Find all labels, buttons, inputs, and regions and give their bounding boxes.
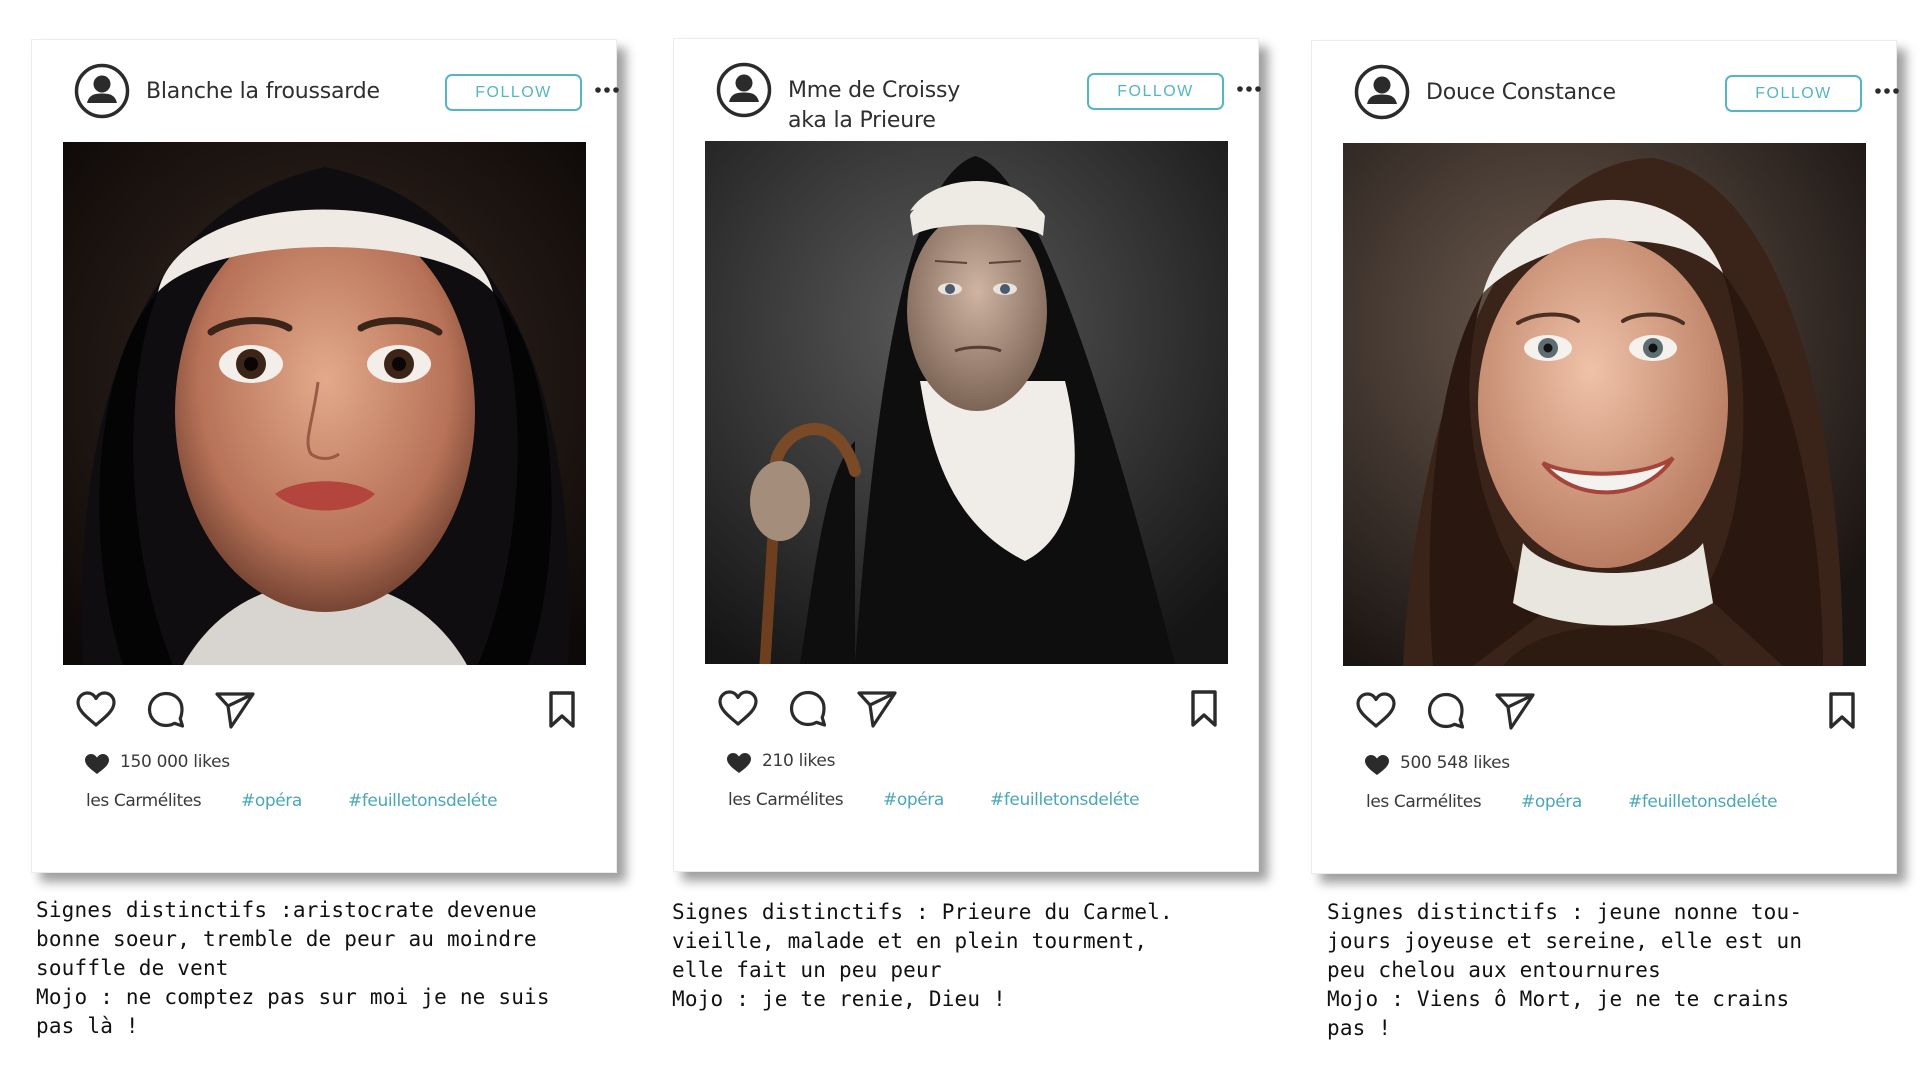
heart-outline-icon[interactable]	[716, 687, 760, 731]
caption-croissy: Signes distinctifs : Prieure du Carmel. …	[672, 900, 1173, 1011]
action-bar	[1354, 689, 1864, 733]
likes-count[interactable]: 500 548 likes	[1400, 753, 1510, 773]
hashtag-opera[interactable]: #opéra	[1521, 792, 1582, 812]
follow-button[interactable]: FOLLOW	[1087, 73, 1224, 110]
post-card-constance: Douce Constance FOLLOW 500 548 likes les…	[1311, 40, 1897, 874]
post-photo[interactable]	[1343, 143, 1866, 666]
follow-button[interactable]: FOLLOW	[1725, 75, 1862, 112]
comment-bubble-icon[interactable]	[1424, 689, 1468, 733]
bookmark-icon[interactable]	[1182, 687, 1226, 731]
caption-blanche: Signes distinctifs :aristocrate devenue …	[36, 898, 550, 1038]
paper-plane-icon[interactable]	[855, 687, 899, 731]
hashtag-feuilletons[interactable]: #feuilletonsdeléte	[1628, 792, 1778, 812]
heart-outline-icon[interactable]	[1354, 689, 1398, 733]
paper-plane-icon[interactable]	[213, 688, 257, 732]
heart-filled-icon	[1364, 754, 1390, 776]
post-photo[interactable]	[705, 141, 1228, 664]
post-header: Blanche la froussarde FOLLOW	[74, 63, 586, 133]
heart-filled-icon	[726, 752, 752, 774]
hashtag-feuilletons[interactable]: #feuilletonsdeléte	[348, 791, 498, 811]
more-dots-icon[interactable]	[594, 85, 620, 95]
user-circle-icon[interactable]	[1354, 64, 1410, 120]
paper-plane-icon[interactable]	[1493, 689, 1537, 733]
username[interactable]: Douce Constance	[1426, 78, 1616, 108]
post-photo[interactable]	[63, 142, 586, 665]
action-bar	[74, 688, 584, 732]
hashtag-feuilletons[interactable]: #feuilletonsdeléte	[990, 790, 1140, 810]
hashtag-opera[interactable]: #opéra	[883, 790, 944, 810]
action-bar	[716, 687, 1226, 731]
user-circle-icon[interactable]	[74, 63, 130, 119]
nun-portrait-young-image	[63, 142, 586, 665]
more-dots-icon[interactable]	[1874, 86, 1900, 96]
comment-bubble-icon[interactable]	[786, 687, 830, 731]
username[interactable]: Blanche la froussarde	[146, 77, 380, 107]
post-card-blanche: Blanche la froussarde FOLLOW 150 000 lik…	[31, 39, 617, 873]
bookmark-icon[interactable]	[540, 688, 584, 732]
follow-button[interactable]: FOLLOW	[445, 74, 582, 111]
hashtag-opera[interactable]: #opéra	[241, 791, 302, 811]
more-dots-icon[interactable]	[1236, 84, 1262, 94]
post-header: Mme de Croissy aka la Prieure FOLLOW	[716, 62, 1228, 133]
user-circle-icon[interactable]	[716, 62, 772, 118]
bookmark-icon[interactable]	[1820, 689, 1864, 733]
comment-bubble-icon[interactable]	[144, 688, 188, 732]
username[interactable]: Mme de Croissy aka la Prieure	[788, 76, 960, 136]
heart-outline-icon[interactable]	[74, 688, 118, 732]
tag-plain: les Carmélites	[86, 791, 202, 811]
nun-portrait-smiling-image	[1343, 143, 1866, 666]
heart-filled-icon	[84, 753, 110, 775]
likes-count[interactable]: 150 000 likes	[120, 752, 230, 772]
nun-portrait-old-image	[705, 141, 1228, 664]
tag-plain: les Carmélites	[728, 790, 844, 810]
tag-plain: les Carmélites	[1366, 792, 1482, 812]
caption-constance: Signes distinctifs : jeune nonne tou- jo…	[1327, 900, 1803, 1040]
post-header: Douce Constance FOLLOW	[1354, 64, 1866, 134]
post-card-croissy: Mme de Croissy aka la Prieure FOLLOW 210…	[673, 38, 1259, 872]
likes-count[interactable]: 210 likes	[762, 751, 835, 771]
